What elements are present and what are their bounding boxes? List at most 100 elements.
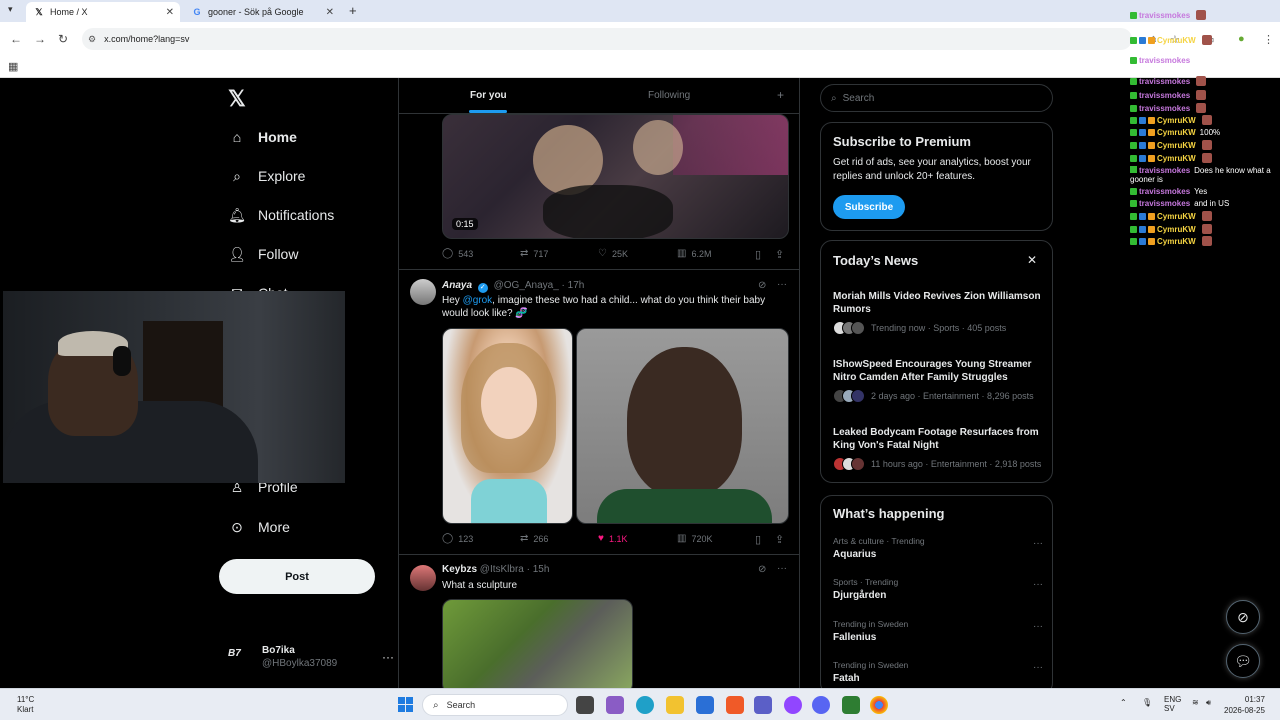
chat-username[interactable]: travissmokes bbox=[1139, 11, 1190, 20]
news-item[interactable]: IShowSpeed Encourages Young Streamer Nit… bbox=[833, 358, 1048, 403]
mention-link[interactable]: @grok bbox=[463, 295, 493, 306]
repost-button[interactable]: ⇄ 717 bbox=[520, 248, 548, 259]
news-item[interactable]: Leaked Bodycam Footage Resurfaces from K… bbox=[833, 426, 1048, 471]
author-name[interactable]: Keybzs bbox=[442, 564, 477, 575]
trend-item[interactable]: Sports · Trending Djurgården ··· bbox=[833, 577, 1048, 601]
chat-username[interactable]: CymruKW bbox=[1157, 154, 1196, 163]
windows-start-icon[interactable] bbox=[398, 697, 414, 713]
site-info-icon[interactable]: ⚙ bbox=[88, 34, 96, 45]
share-icon[interactable]: ⇪ bbox=[775, 533, 784, 546]
nav-home[interactable]: ⌂ Home bbox=[228, 128, 297, 146]
views-button[interactable]: ▥ 6.2M bbox=[677, 248, 711, 259]
store-icon[interactable] bbox=[696, 696, 714, 714]
post-button[interactable]: Post bbox=[219, 559, 375, 594]
chat-username[interactable]: CymruKW bbox=[1157, 141, 1196, 150]
chat-username[interactable]: CymruKW bbox=[1157, 225, 1196, 234]
weather-widget[interactable]: 11°C Klart bbox=[17, 695, 34, 715]
nav-follow[interactable]: 👤︎ Follow bbox=[228, 245, 298, 263]
video-thumbnail[interactable]: 0:15 bbox=[442, 114, 789, 239]
chat-username[interactable]: CymruKW bbox=[1157, 212, 1196, 221]
chat-username[interactable]: CymruKW bbox=[1157, 36, 1196, 45]
nav-notifications[interactable]: 🔔︎ Notifications bbox=[228, 206, 334, 224]
messages-fab-button[interactable]: 💬︎ bbox=[1226, 644, 1260, 678]
language-indicator[interactable]: ENG SV bbox=[1164, 695, 1181, 713]
apps-grid-icon[interactable]: ▦ bbox=[8, 60, 18, 73]
tab-google[interactable]: G gooner - Sök på Google ✕ bbox=[184, 2, 340, 22]
edge-icon[interactable] bbox=[636, 696, 654, 714]
app-icon[interactable] bbox=[606, 696, 624, 714]
reload-icon[interactable]: ↻ bbox=[58, 32, 68, 46]
chat-username[interactable]: CymruKW bbox=[1157, 128, 1196, 137]
trend-item[interactable]: Arts & culture · Trending Aquarius ··· bbox=[833, 536, 1048, 560]
like-button[interactable]: ♡ 25K bbox=[598, 248, 628, 259]
chat-username[interactable]: CymruKW bbox=[1157, 116, 1196, 125]
chat-username[interactable]: travissmokes bbox=[1139, 187, 1190, 196]
chat-username[interactable]: CymruKW bbox=[1157, 237, 1196, 246]
like-button[interactable]: ♥ 1.1K bbox=[598, 533, 627, 544]
views-button[interactable]: ▥ 720K bbox=[677, 533, 712, 544]
task-view-icon[interactable] bbox=[576, 696, 594, 714]
grok-icon[interactable]: ⊘ bbox=[758, 564, 766, 575]
tab-following[interactable]: Following bbox=[648, 90, 690, 101]
avatar[interactable] bbox=[410, 279, 436, 305]
more-dots-icon[interactable]: ··· bbox=[1033, 538, 1043, 549]
url-field[interactable]: ⚙ x.com/home?lang=sv bbox=[82, 28, 1132, 50]
tab-home-x[interactable]: 𝕏 Home / X ✕ bbox=[26, 2, 180, 22]
search-input[interactable]: ⌕ Search bbox=[820, 84, 1053, 112]
forward-icon[interactable]: → bbox=[34, 32, 46, 46]
chat-username[interactable]: travissmokes bbox=[1139, 77, 1190, 86]
app-icon[interactable] bbox=[842, 696, 860, 714]
more-dots-icon[interactable]: ··· bbox=[382, 650, 394, 664]
reply-button[interactable]: ◯ 543 bbox=[442, 248, 473, 259]
more-dots-icon[interactable]: ··· bbox=[777, 279, 787, 290]
add-feed-icon[interactable]: + bbox=[777, 88, 784, 102]
teams-icon[interactable] bbox=[754, 696, 772, 714]
grok-icon[interactable]: ⊘ bbox=[758, 280, 766, 291]
reply-button[interactable]: ◯ 123 bbox=[442, 533, 473, 544]
clock[interactable]: 01:37 2026-08-25 bbox=[1224, 694, 1265, 716]
news-item[interactable]: Moriah Mills Video Revives Zion Williams… bbox=[833, 290, 1048, 335]
tray-chevron-icon[interactable]: ⌃ bbox=[1120, 698, 1127, 707]
tab-search-icon[interactable]: ▾ bbox=[8, 4, 13, 15]
more-dots-icon[interactable]: ··· bbox=[1033, 579, 1043, 590]
back-icon[interactable]: ← bbox=[10, 32, 22, 46]
share-icon[interactable]: ⇪ bbox=[775, 248, 784, 261]
chat-username[interactable]: travissmokes bbox=[1139, 56, 1190, 65]
trend-item[interactable]: Trending in Sweden Fatah ··· bbox=[833, 660, 1048, 684]
chat-username[interactable]: travissmokes bbox=[1139, 104, 1190, 113]
nav-explore[interactable]: ⌕ Explore bbox=[228, 167, 305, 185]
author-name[interactable]: Anaya bbox=[442, 280, 472, 291]
chat-username[interactable]: travissmokes bbox=[1139, 91, 1190, 100]
post-image-woman[interactable] bbox=[442, 328, 573, 524]
chat-username[interactable]: travissmokes bbox=[1139, 166, 1190, 175]
wifi-icon[interactable]: ≋ bbox=[1192, 698, 1199, 707]
chrome-icon[interactable] bbox=[870, 696, 888, 714]
close-tab-icon[interactable]: ✕ bbox=[326, 7, 334, 18]
chat-username[interactable]: travissmokes bbox=[1139, 199, 1190, 208]
tab-for-you[interactable]: For you bbox=[470, 90, 507, 101]
more-dots-icon[interactable]: ··· bbox=[1033, 621, 1043, 632]
repost-button[interactable]: ⇄ 266 bbox=[520, 533, 548, 544]
subscribe-button[interactable]: Subscribe bbox=[833, 195, 905, 219]
bookmark-icon[interactable]: ▯ bbox=[755, 533, 761, 546]
new-tab-button[interactable]: + bbox=[349, 3, 357, 18]
account-switcher[interactable]: B7 Bo7ika @HBoylka37089 ··· bbox=[228, 644, 396, 674]
volume-icon[interactable]: 🔊︎ bbox=[1206, 698, 1211, 708]
close-tab-icon[interactable]: ✕ bbox=[166, 7, 174, 18]
mic-icon[interactable]: 🎙︎ bbox=[1142, 698, 1152, 707]
bookmark-icon[interactable]: ▯ bbox=[755, 248, 761, 261]
x-logo-icon[interactable]: 𝕏 bbox=[228, 86, 246, 112]
brave-icon[interactable] bbox=[726, 696, 744, 714]
close-icon[interactable]: ✕ bbox=[1027, 253, 1037, 267]
avatar[interactable] bbox=[410, 565, 436, 591]
discord-icon[interactable] bbox=[812, 696, 830, 714]
grok-fab-button[interactable]: ⊘ bbox=[1226, 600, 1260, 634]
taskbar-search[interactable]: ⌕ Search bbox=[422, 694, 568, 716]
post-image-sculpture[interactable] bbox=[442, 599, 633, 688]
nav-more[interactable]: ⊙ More bbox=[228, 518, 290, 536]
app-icon[interactable] bbox=[784, 696, 802, 714]
more-dots-icon[interactable]: ··· bbox=[777, 563, 787, 574]
more-dots-icon[interactable]: ··· bbox=[1033, 662, 1043, 673]
file-explorer-icon[interactable] bbox=[666, 696, 684, 714]
post-image-man[interactable] bbox=[576, 328, 789, 524]
